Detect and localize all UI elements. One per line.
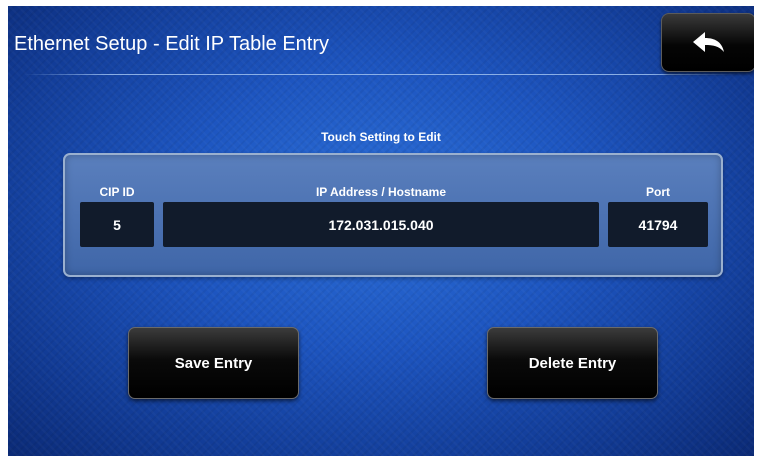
instruction-text: Touch Setting to Edit bbox=[321, 130, 441, 144]
ip-address-label: IP Address / Hostname bbox=[315, 185, 447, 199]
title-divider bbox=[24, 74, 736, 75]
ip-entry-panel: CIP ID IP Address / Hostname Port 5 172.… bbox=[63, 153, 723, 277]
page-title: Ethernet Setup - Edit IP Table Entry bbox=[14, 33, 329, 55]
touch-screen: Ethernet Setup - Edit IP Table Entry Tou… bbox=[8, 6, 754, 456]
cip-id-field[interactable]: 5 bbox=[80, 202, 154, 247]
cip-id-label: CIP ID bbox=[99, 185, 135, 199]
port-label: Port bbox=[646, 185, 670, 199]
back-button[interactable] bbox=[661, 13, 754, 72]
port-field[interactable]: 41794 bbox=[608, 202, 708, 247]
back-arrow-icon bbox=[692, 31, 724, 52]
ip-address-field[interactable]: 172.031.015.040 bbox=[163, 202, 599, 247]
save-entry-button[interactable]: Save Entry bbox=[128, 327, 299, 399]
delete-entry-button[interactable]: Delete Entry bbox=[487, 327, 658, 399]
